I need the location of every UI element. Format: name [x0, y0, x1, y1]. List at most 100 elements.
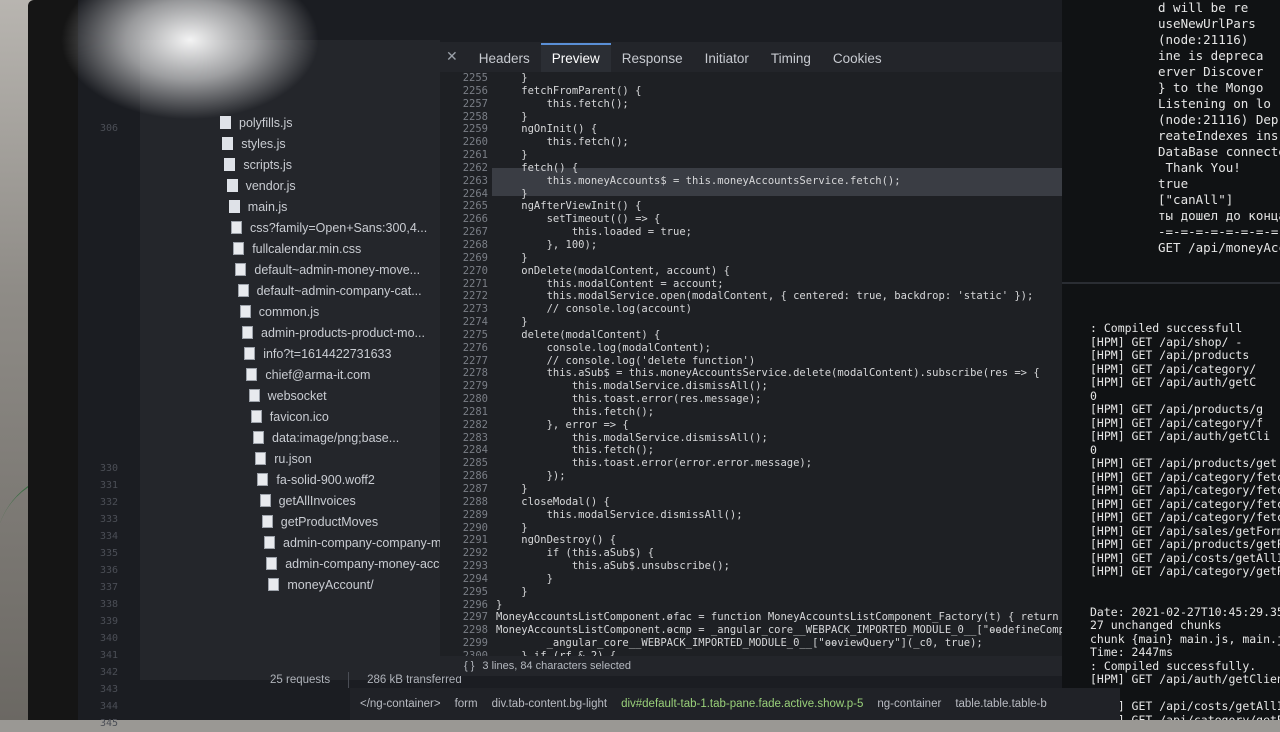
tab-headers[interactable]: Headers	[468, 45, 541, 72]
request-name: css?family=Open+Sans:300,4...	[250, 220, 428, 235]
request-row[interactable]: admin-products-product-mo...	[220, 322, 440, 343]
line-number: 2297	[462, 611, 488, 624]
divider	[348, 672, 350, 688]
request-count: 25 requests	[270, 674, 331, 686]
file-icon	[228, 200, 240, 213]
terminal-divider	[1062, 282, 1280, 284]
request-row[interactable]: main.js	[220, 196, 440, 217]
line-number: 2279	[462, 380, 488, 393]
tab-timing[interactable]: Timing	[760, 45, 822, 72]
line-number: 2295	[462, 585, 488, 598]
file-icon	[266, 557, 278, 570]
line-number: 2262	[462, 161, 488, 174]
line-number: 2291	[462, 534, 488, 547]
line-number: 2266	[462, 213, 488, 226]
request-row[interactable]: websocket	[220, 385, 440, 406]
request-name: websocket	[267, 388, 327, 403]
request-row[interactable]: styles.js	[220, 133, 440, 154]
file-icon	[244, 347, 256, 360]
request-row[interactable]: scripts.js	[220, 154, 440, 175]
line-number: 2255	[462, 72, 488, 84]
breadcrumb-item[interactable]: form	[455, 698, 478, 710]
request-name: data:image/png;base...	[272, 430, 400, 445]
line-number: 2299	[462, 637, 488, 650]
file-icon	[246, 368, 258, 381]
request-row[interactable]: default~admin-company-cat...	[220, 280, 440, 301]
line-number: 2273	[462, 303, 488, 316]
line-number: 2271	[462, 277, 488, 290]
terminal-panel[interactable]: d will be re useNewUrlPars (node:21116) …	[1062, 0, 1280, 720]
format-braces-icon[interactable]: { }	[464, 660, 474, 672]
request-name: vendor.js	[245, 178, 296, 193]
request-name: polyfills.js	[239, 115, 293, 130]
file-icon	[242, 326, 253, 339]
selection-info: 3 lines, 84 characters selected	[482, 660, 631, 672]
request-name: styles.js	[241, 136, 286, 151]
tab-cookies[interactable]: Cookies	[822, 45, 893, 72]
tab-response[interactable]: Response	[611, 45, 694, 72]
breadcrumb-item[interactable]: ng-container	[877, 698, 941, 710]
line-number: 2289	[462, 508, 488, 521]
request-row[interactable]: vendor.js	[220, 175, 440, 196]
request-name: fullcalendar.min.css	[252, 241, 362, 256]
breadcrumb-item[interactable]: table.table.table-b	[955, 698, 1046, 710]
tab-preview[interactable]: Preview	[540, 43, 611, 72]
line-number: 2285	[462, 457, 488, 470]
request-row[interactable]: getAllInvoices	[220, 490, 440, 511]
request-row[interactable]: moneyAccount/	[220, 574, 440, 595]
line-number: 2280	[462, 393, 488, 406]
file-icon	[259, 494, 271, 507]
line-number: 2275	[462, 328, 488, 341]
editor-gutter: 306 330 331 332 333 334 335 336 337 338 339 340 341 3…	[100, 123, 119, 729]
request-name: chief@arma-it.com	[265, 367, 371, 382]
request-name: default~admin-money-move...	[254, 262, 421, 277]
line-number: 2260	[462, 136, 488, 149]
file-icon	[220, 116, 231, 129]
request-name: admin-company-company-m...	[283, 535, 440, 550]
file-icon	[264, 536, 275, 549]
request-row[interactable]: default~admin-money-move...	[220, 259, 440, 280]
request-row[interactable]: css?family=Open+Sans:300,4...	[220, 217, 440, 238]
request-row[interactable]: common.js	[220, 301, 440, 322]
file-icon	[237, 284, 249, 297]
ng-container-tag: </ng-container>	[360, 698, 441, 710]
request-row[interactable]: data:image/png;base...	[220, 427, 440, 448]
terminal-output-top: d will be re useNewUrlPars (node:21116) …	[1158, 0, 1280, 255]
request-name: admin-products-product-mo...	[261, 325, 425, 340]
elements-breadcrumb: </ng-container> form div.tab-content.bg-…	[350, 688, 1120, 720]
file-icon	[250, 410, 262, 423]
request-row[interactable]: favicon.ico	[220, 406, 440, 427]
request-row[interactable]: admin-company-money-acco...	[220, 553, 440, 574]
file-icon	[239, 305, 251, 318]
line-number: 2287	[462, 483, 488, 495]
file-icon	[231, 221, 242, 234]
line-number: 2270	[462, 264, 488, 277]
request-row[interactable]: info?t=1614422731633	[220, 343, 440, 364]
request-row[interactable]: fa-solid-900.woff2	[220, 469, 440, 490]
line-number: 2293	[462, 560, 488, 573]
request-row[interactable]: getProductMoves	[220, 511, 440, 532]
line-number: 2272	[462, 290, 488, 303]
breadcrumb-item[interactable]: div.tab-content.bg-light	[492, 698, 608, 710]
file-icon	[257, 473, 269, 486]
request-row[interactable]: ru.json	[220, 448, 440, 469]
terminal-output-bottom: : Compiled successfull [HPM] GET /api/sh…	[1090, 321, 1280, 720]
request-name: main.js	[247, 199, 288, 214]
line-number: 2290	[462, 521, 488, 534]
breadcrumb-item-active[interactable]: div#default-tab-1.tab-pane.fade.active.s…	[621, 698, 863, 710]
line-number: 2278	[462, 367, 488, 380]
line-number: 2276	[462, 341, 488, 354]
request-row[interactable]: chief@arma-it.com	[220, 364, 440, 385]
tab-initiator[interactable]: Initiator	[694, 45, 760, 72]
request-row[interactable]: polyfills.js	[220, 112, 440, 133]
line-number: 2292	[462, 547, 488, 560]
line-number: 2265	[462, 200, 488, 213]
request-name: default~admin-company-cat...	[256, 283, 422, 298]
request-row[interactable]: fullcalendar.min.css	[220, 238, 440, 259]
file-icon	[226, 179, 238, 192]
request-row[interactable]: admin-company-company-m...	[220, 532, 440, 553]
request-name: fa-solid-900.woff2	[276, 472, 375, 487]
line-number: 2274	[462, 316, 488, 329]
close-icon[interactable]: ✕	[440, 48, 468, 72]
request-name: moneyAccount/	[287, 577, 374, 592]
